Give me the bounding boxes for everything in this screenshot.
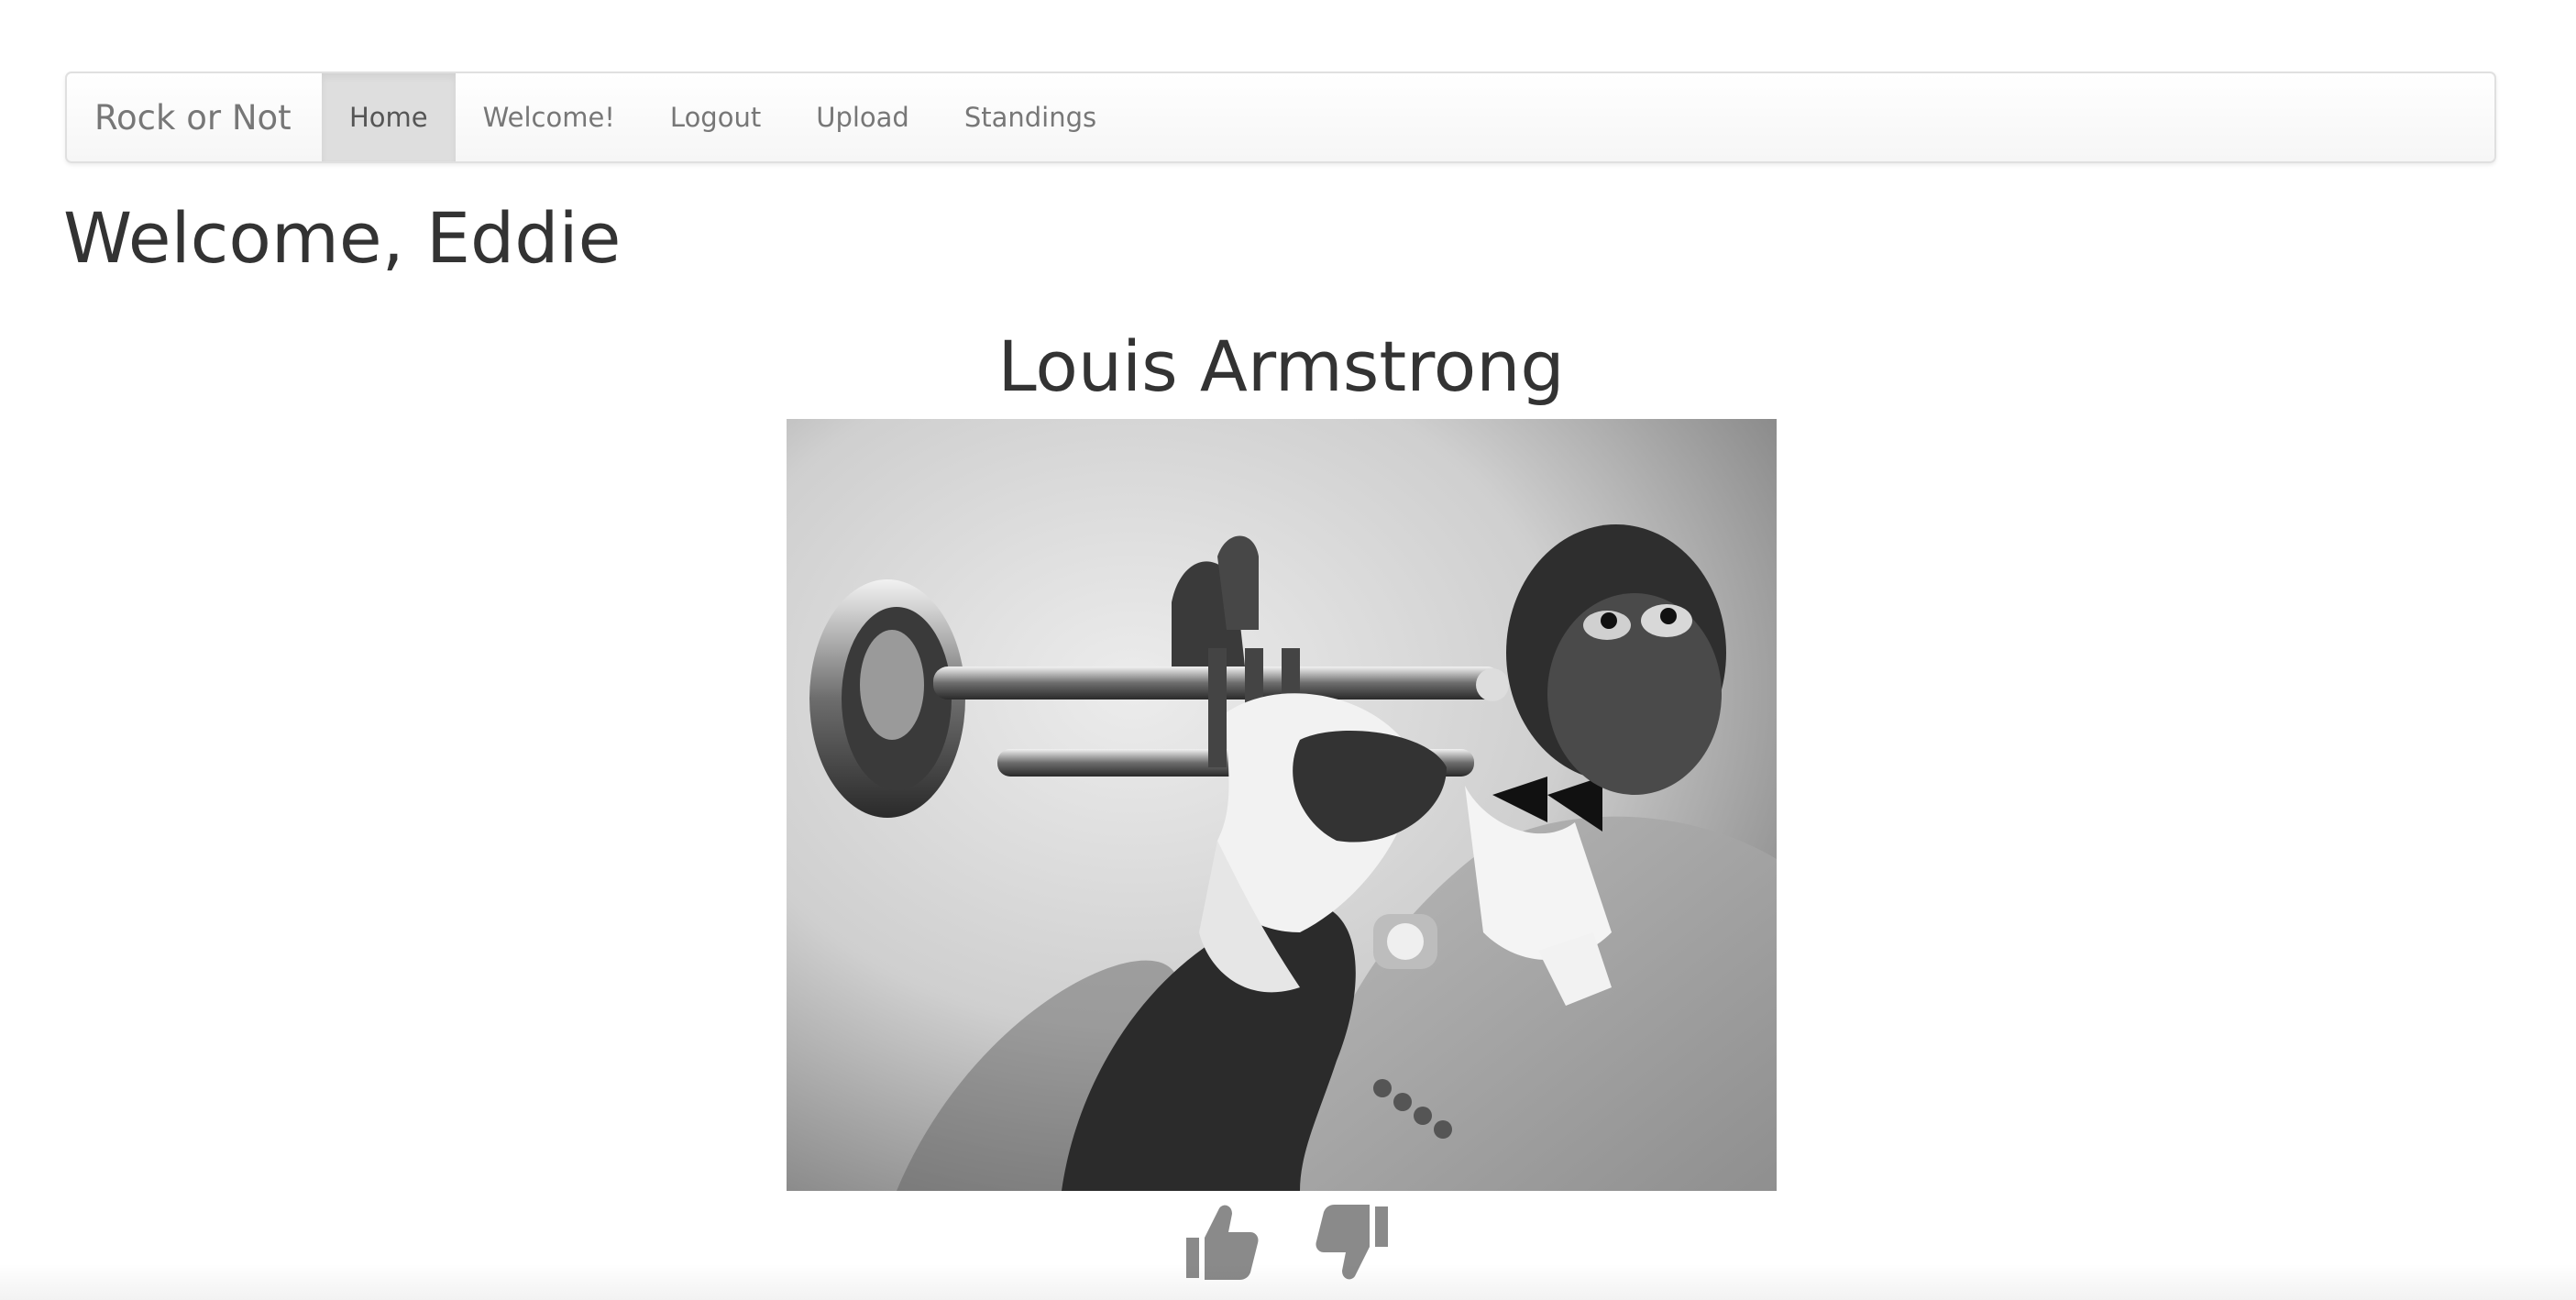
artist-name: Louis Armstrong xyxy=(997,325,1565,407)
artist-photo xyxy=(787,419,1777,1191)
nav-item-home[interactable]: Home xyxy=(322,73,456,161)
nav-item-standings[interactable]: Standings xyxy=(937,73,1124,161)
nav-item-upload[interactable]: Upload xyxy=(788,73,937,161)
bottom-scroll-shadow xyxy=(0,1263,2576,1300)
nav-item-logout[interactable]: Logout xyxy=(643,73,788,161)
top-navbar: Rock or Not Home Welcome! Logout Upload … xyxy=(65,72,2496,163)
brand-link[interactable]: Rock or Not xyxy=(67,73,322,161)
nav-item-welcome[interactable]: Welcome! xyxy=(456,73,643,161)
artist-photo-illustration xyxy=(787,419,1777,1191)
welcome-heading: Welcome, Eddie xyxy=(63,197,622,279)
